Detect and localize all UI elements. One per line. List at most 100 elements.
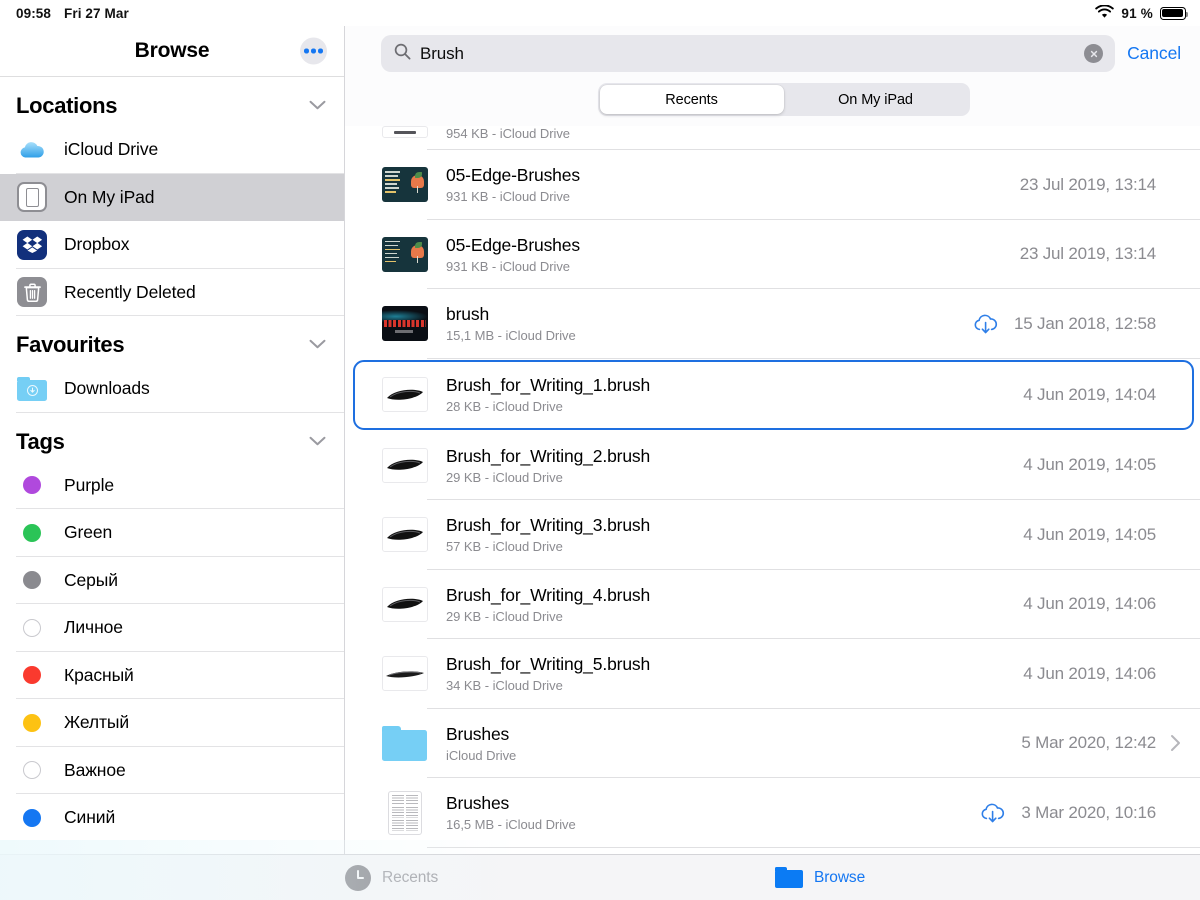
cancel-button[interactable]: Cancel [1127,43,1186,64]
status-bar-left: 09:58 Fri 27 Mar [16,6,129,21]
sidebar-item-label: Downloads [64,378,150,399]
table-row[interactable]: Brush_for_Writing_5.brush 34 KB - iCloud… [345,639,1200,709]
sidebar-tag-red[interactable]: Красный [0,652,344,700]
sidebar-item-label: Важное [64,760,126,781]
table-row[interactable]: Brush_for_Writing_4.brush 29 KB - iCloud… [345,570,1200,640]
file-subtitle: 28 KB - iCloud Drive [446,399,1009,414]
table-row[interactable]: Brushes 16,5 MB - iCloud Drive 3 Mar 202… [345,778,1200,848]
cloud-download-icon[interactable] [979,801,1007,825]
sidebar-item-label: Синий [64,807,115,828]
brush-stroke-thumbnail [381,445,428,485]
sidebar-tag-personal[interactable]: Личное [0,604,344,652]
file-date: 4 Jun 2019, 14:06 [1023,594,1156,614]
sidebar-item-downloads[interactable]: Downloads [0,365,344,413]
files-app-window: 09:58 Fri 27 Mar 91 % Browse [0,0,1200,900]
file-date: 4 Jun 2019, 14:06 [1023,664,1156,684]
clear-icon[interactable] [1084,44,1103,63]
tab-bar-label: Recents [382,869,438,887]
table-row[interactable]: 954 KB - iCloud Drive [345,126,1200,150]
sidebar-item-label: Серый [64,570,118,591]
tag-dot-icon [16,707,48,739]
file-subtitle: iCloud Drive [446,748,1007,763]
file-name: brush [446,304,958,325]
sidebar-section-header-locations[interactable]: Locations [0,77,344,126]
chevron-right-icon[interactable] [1164,734,1186,752]
detail-pane: Brush Cancel Recents On My iPad [345,26,1200,854]
file-name: 05-Edge-Brushes [446,165,1006,186]
ipad-icon [16,181,48,213]
file-subtitle: 931 KB - iCloud Drive [446,189,1006,204]
table-row[interactable]: 05-Edge-Brushes 931 KB - iCloud Drive 23… [345,220,1200,290]
sidebar-navigation-bar: Browse [0,26,344,77]
clock-icon [345,865,371,891]
chevron-down-icon[interactable] [309,336,326,354]
sidebar-tag-yellow[interactable]: Желтый [0,699,344,747]
battery-icon [1160,7,1186,20]
table-row[interactable]: brush 15,1 MB - iCloud Drive 15 Jan 2018… [345,289,1200,359]
icloud-drive-icon [16,134,48,166]
file-subtitle: 931 KB - iCloud Drive [446,259,1006,274]
sidebar-tag-gray[interactable]: Серый [0,557,344,605]
status-bar: 09:58 Fri 27 Mar 91 % [0,0,1200,26]
sidebar-tag-green[interactable]: Green [0,509,344,557]
split-view: Browse Locations [0,26,1200,854]
sidebar-item-label: Желтый [64,712,129,733]
file-name: Brush_for_Writing_4.brush [446,585,1009,606]
trash-icon [16,276,48,308]
search-input[interactable]: Brush [381,35,1115,72]
table-row[interactable]: Brush_for_Writing_2.brush 29 KB - iCloud… [345,431,1200,501]
status-date: Fri 27 Mar [64,6,129,21]
file-name: Brushes [446,793,965,814]
tab-bar-item-recents[interactable]: Recents [345,865,438,891]
file-subtitle: 34 KB - iCloud Drive [446,678,1009,693]
status-time: 09:58 [16,6,51,21]
sidebar-item-label: On My iPad [64,187,154,208]
tag-dot-icon [16,612,48,644]
chevron-down-icon[interactable] [309,97,326,115]
chevron-down-icon[interactable] [309,433,326,451]
section-title-locations: Locations [16,93,117,119]
sidebar-section-header-tags[interactable]: Tags [0,413,344,462]
sidebar-item-recently-deleted[interactable]: Recently Deleted [0,269,344,317]
table-row-selected[interactable]: Brush_for_Writing_1.brush 28 KB - iCloud… [345,359,1200,431]
tab-on-my-ipad[interactable]: On My iPad [784,85,968,114]
file-subtitle: 954 KB - iCloud Drive [446,126,1156,141]
file-date: 15 Jan 2018, 12:58 [1014,314,1156,334]
file-name: Brush_for_Writing_1.brush [446,375,1009,396]
folder-icon [381,723,428,763]
sidebar-item-on-my-ipad[interactable]: On My iPad [0,174,344,222]
sidebar-item-label: iCloud Drive [64,139,158,160]
more-options-icon[interactable] [300,38,327,65]
table-row[interactable]: 05-Edge-Brushes 931 KB - iCloud Drive 23… [345,150,1200,220]
table-row[interactable]: Brushes iCloud Drive 5 Mar 2020, 12:42 [345,709,1200,779]
battery-percent-label: 91 % [1121,6,1153,21]
sidebar-item-dropbox[interactable]: Dropbox [0,221,344,269]
sidebar-item-label: Purple [64,475,114,496]
tab-recents[interactable]: Recents [600,85,784,114]
file-list[interactable]: 954 KB - iCloud Drive [345,126,1200,854]
brush-stroke-thumbnail [381,654,428,694]
sidebar-tag-important[interactable]: Важное [0,747,344,795]
edge-brushes-thumbnail [381,165,428,205]
tag-dot-icon [16,659,48,691]
sidebar-item-label: Личное [64,617,123,638]
sidebar-item-label: Recently Deleted [64,282,196,303]
sidebar-tag-purple[interactable]: Purple [0,462,344,510]
sidebar-tag-blue[interactable]: Синий [0,794,344,842]
brush-stroke-thumbnail [381,515,428,555]
cloud-download-icon[interactable] [972,312,1000,336]
file-name: Brush_for_Writing_5.brush [446,654,1009,675]
table-row[interactable]: Brush_for_Writing_3.brush 57 KB - iCloud… [345,500,1200,570]
search-value: Brush [420,44,1075,64]
brush-dark-thumbnail [381,304,428,344]
file-subtitle: 29 KB - iCloud Drive [446,470,1009,485]
tab-bar-item-browse[interactable]: Browse [775,867,865,888]
sidebar-section-header-favourites[interactable]: Favourites [0,316,344,365]
wifi-icon [1095,5,1114,22]
sidebar-scroll-area[interactable]: Locations iCloud Drive [0,77,344,854]
file-name: Brushes [446,724,1007,745]
sidebar-item-icloud-drive[interactable]: iCloud Drive [0,126,344,174]
sidebar-item-label: Dropbox [64,234,129,255]
search-header: Brush Cancel Recents On My iPad [345,26,1200,126]
sidebar-item-label: Green [64,522,112,543]
